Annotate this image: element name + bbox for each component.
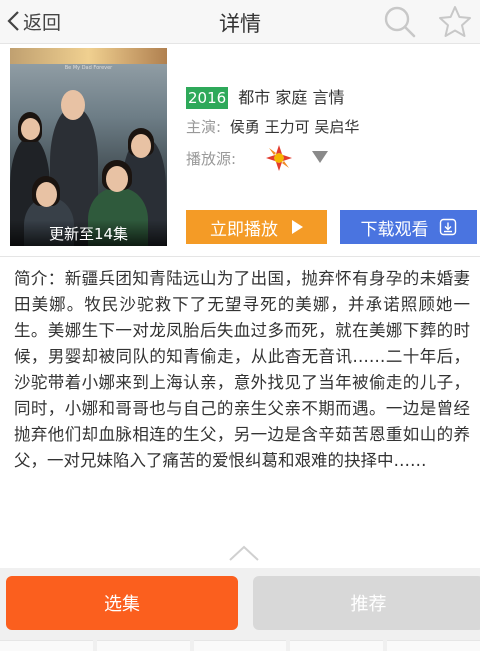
poster-face [21, 118, 40, 140]
play-now-button[interactable]: 立即播放 [186, 210, 327, 244]
episode-update-caption: 更新至14集 [10, 220, 167, 246]
tab-recommend-label: 推荐 [350, 594, 387, 615]
top-nav-bar: 返回 详情 [0, 0, 480, 44]
episode-cell[interactable] [0, 640, 93, 651]
poster-face [106, 166, 128, 192]
cast-row: 主演: 侯勇 王力可 吴启华 [186, 116, 359, 137]
drama-poster[interactable]: Be My Dad Forever 更新至14集 [10, 48, 167, 246]
year-badge: 2016 [186, 87, 229, 109]
tab-episodes[interactable]: 选集 [6, 576, 238, 630]
episode-cell[interactable] [96, 640, 190, 651]
download-button[interactable]: 下载观看 [340, 210, 477, 244]
play-now-label: 立即播放 [210, 219, 278, 240]
cast-names: 侯勇 王力可 吴启华 [229, 118, 360, 136]
poster-title-art [10, 48, 167, 64]
genre-tags: 都市 家庭 言情 [238, 88, 345, 107]
chevron-up-icon[interactable] [228, 544, 260, 562]
source-label: 播放源: [186, 150, 237, 168]
star-icon[interactable] [437, 4, 473, 40]
synopsis-text: 简介：新疆兵团知青陆远山为了出国，抛弃怀有身孕的未婚妻田美娜。牧民沙驼救下了无望… [14, 269, 470, 470]
search-icon[interactable] [381, 4, 417, 40]
episode-cell[interactable] [290, 640, 384, 651]
play-arrow-icon [292, 220, 303, 234]
tab-episodes-label: 选集 [104, 594, 140, 615]
source-dropdown-icon[interactable] [311, 150, 329, 164]
download-label: 下载观看 [360, 219, 429, 240]
source-row: 播放源: [186, 148, 236, 169]
section-divider [0, 256, 480, 257]
episode-list-preview [0, 640, 480, 651]
poster-subtitle: Be My Dad Forever [64, 65, 113, 71]
episode-cell[interactable] [387, 640, 480, 651]
poster-face [131, 134, 151, 158]
cast-label: 主演: [186, 118, 222, 136]
download-icon [439, 218, 456, 236]
poster-face [61, 90, 85, 120]
tab-recommend[interactable]: 推荐 [253, 576, 480, 630]
episode-cell[interactable] [193, 640, 287, 651]
poster-face [36, 182, 57, 207]
video-source-logo-icon[interactable] [264, 143, 294, 173]
drama-meta: 2016 都市 家庭 言情 [186, 84, 344, 109]
